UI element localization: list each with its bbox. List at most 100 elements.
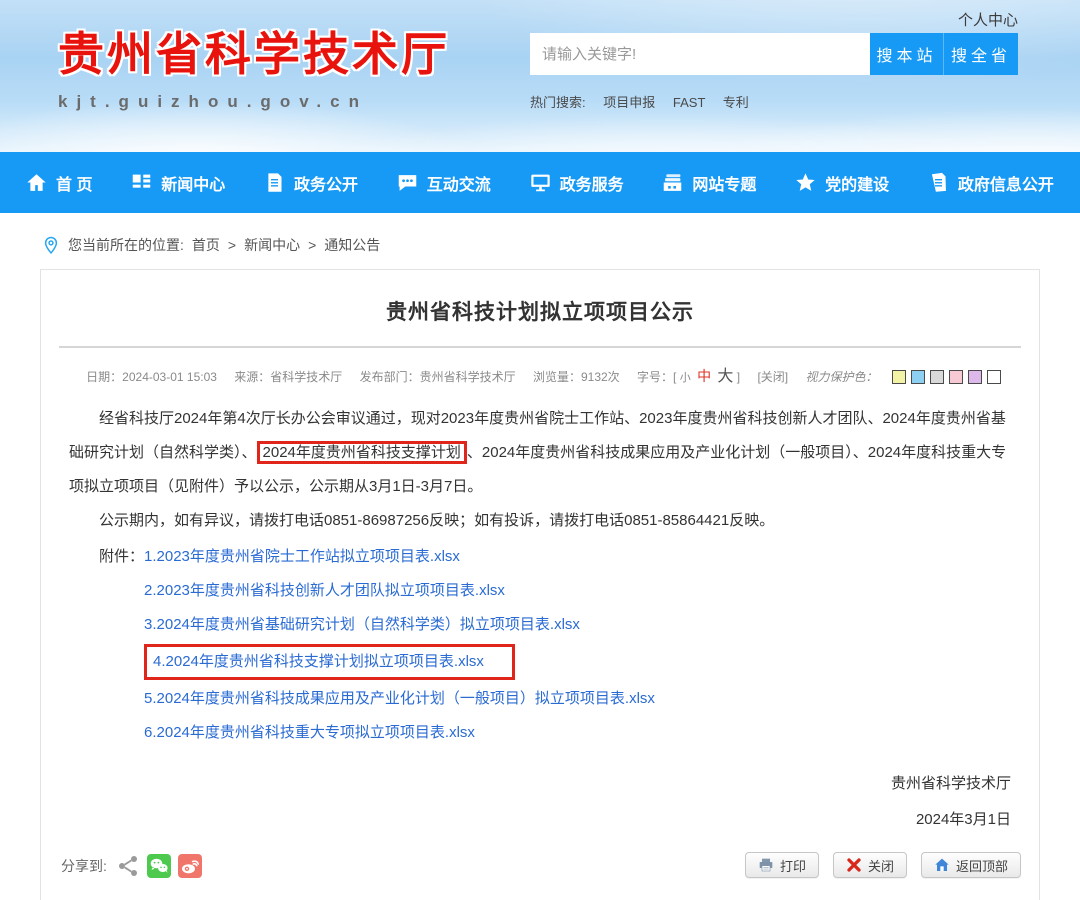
close-article-button[interactable]: [关闭] bbox=[757, 370, 788, 384]
fontsize-large-button[interactable]: 大 bbox=[717, 368, 733, 385]
paragraph-1: 经省科技厅2024年第4次厅长办公会审议通过，现对2023年度贵州省院士工作站、… bbox=[69, 402, 1011, 504]
hot-search-label: 热门搜索: bbox=[530, 95, 586, 110]
site-logo-title: 贵州省科学技术厅 bbox=[58, 18, 450, 84]
breadcrumb-separator: > bbox=[308, 237, 316, 253]
nav-item-label: 新闻中心 bbox=[161, 171, 225, 195]
wechat-icon[interactable] bbox=[147, 854, 171, 878]
breadcrumb-separator: > bbox=[228, 237, 236, 253]
meta-source: 来源：省科学技术厅 bbox=[234, 370, 342, 384]
meta-date: 日期：2024-03-01 15:03 bbox=[86, 370, 217, 384]
search-area: 搜本站 搜全省 bbox=[530, 33, 1018, 75]
article-meta: 日期：2024-03-01 15:03 来源：省科学技术厅 发布部门：贵州省科学… bbox=[41, 362, 1039, 386]
attachment-link-2[interactable]: 2.2023年度贵州省科技创新人才团队拟立项项目表.xlsx bbox=[144, 574, 1011, 608]
meta-views: 浏览量：9132次 bbox=[533, 370, 620, 384]
close-button-label: 关闭 bbox=[868, 856, 894, 875]
share-nodes-icon[interactable] bbox=[116, 854, 140, 878]
nav-item-label: 政府信息公开 bbox=[958, 171, 1054, 195]
nav-item-special-topics[interactable]: 网站专题 bbox=[662, 171, 756, 195]
fontsize-bracket-end: ] bbox=[737, 370, 740, 384]
home-blue-icon bbox=[934, 857, 950, 873]
nav-item-home[interactable]: 首 页 bbox=[26, 171, 92, 195]
grid-icon bbox=[131, 172, 152, 193]
attachment-link-1[interactable]: 1.2023年度贵州省院士工作站拟立项项目表.xlsx bbox=[144, 540, 1011, 574]
attachment-link-5[interactable]: 5.2024年度贵州省科技成果应用及产业化计划（一般项目）拟立项项目表.xlsx bbox=[144, 682, 1011, 716]
signature-date: 2024年3月1日 bbox=[69, 802, 1011, 838]
title-divider bbox=[59, 346, 1021, 348]
star-icon bbox=[795, 172, 816, 193]
nav-item-label: 网站专题 bbox=[692, 171, 756, 195]
close-button[interactable]: 关闭 bbox=[833, 852, 907, 878]
folder-stack-icon bbox=[662, 172, 683, 193]
paragraph-2: 公示期内，如有异议，请拨打电话0851-86987256反映；如有投诉，请拨打电… bbox=[69, 504, 1011, 538]
weibo-icon[interactable] bbox=[178, 854, 202, 878]
color-swatch-blue[interactable] bbox=[911, 370, 925, 384]
nav-item-gov-info-disclosure[interactable]: 政府信息公开 bbox=[928, 171, 1054, 195]
attachments-label: 附件： bbox=[69, 540, 144, 750]
hot-search-item[interactable]: 专利 bbox=[723, 95, 749, 110]
signature-block: 贵州省科学技术厅 2024年3月1日 bbox=[69, 766, 1011, 838]
action-row: 分享到: 打印 关闭 返回顶部 bbox=[41, 838, 1039, 888]
site-logo[interactable]: 贵州省科学技术厅 kjt.guizhou.gov.cn bbox=[58, 18, 450, 112]
nav-item-news[interactable]: 新闻中心 bbox=[131, 171, 225, 195]
main-navigation: 首 页 新闻中心 政务公开 互动交流 政务服务 网站专题 党的建设 政府信息公开 bbox=[0, 152, 1080, 213]
hot-search-item[interactable]: FAST bbox=[673, 95, 705, 110]
meta-department: 发布部门：贵州省科学技术厅 bbox=[360, 370, 516, 384]
page-title: 贵州省科技计划拟立项项目公示 bbox=[41, 296, 1039, 326]
article-container: 贵州省科技计划拟立项项目公示 日期：2024-03-01 15:03 来源：省科… bbox=[40, 269, 1040, 900]
breadcrumb: 您当前所在的位置: 首页 > 新闻中心 > 通知公告 bbox=[42, 235, 1080, 255]
fontsize-medium-button[interactable]: 中 bbox=[697, 368, 711, 384]
close-x-icon bbox=[846, 857, 862, 873]
location-pin-icon bbox=[42, 236, 60, 254]
eye-protect-swatches bbox=[892, 370, 1001, 384]
attachments-block: 附件： 1.2023年度贵州省院士工作站拟立项项目表.xlsx 2.2023年度… bbox=[69, 540, 1011, 750]
speech-bubble-icon bbox=[397, 172, 418, 193]
article-body: 经省科技厅2024年第4次厅长办公会审议通过，现对2023年度贵州省院士工作站、… bbox=[41, 402, 1039, 838]
search-input[interactable] bbox=[530, 33, 870, 75]
attachment-link-6[interactable]: 6.2024年度贵州省科技重大专项拟立项项目表.xlsx bbox=[144, 716, 1011, 750]
color-swatch-gray[interactable] bbox=[930, 370, 944, 384]
fontsize-control: 字号：[ 小 中 大 ] bbox=[637, 370, 743, 384]
nav-item-label: 互动交流 bbox=[427, 171, 491, 195]
color-swatch-white[interactable] bbox=[987, 370, 1001, 384]
article-action-buttons: 打印 关闭 返回顶部 bbox=[745, 852, 1021, 878]
back-to-top-label: 返回顶部 bbox=[956, 856, 1008, 875]
print-button-label: 打印 bbox=[780, 856, 806, 875]
annotation-red-box-text: 2024年度贵州省科技支撑计划 bbox=[257, 441, 467, 464]
print-button[interactable]: 打印 bbox=[745, 852, 819, 878]
nav-item-label: 首 页 bbox=[56, 171, 92, 195]
nav-item-label: 政务公开 bbox=[294, 171, 358, 195]
breadcrumb-label: 您当前所在的位置: bbox=[68, 235, 184, 255]
breadcrumb-item-news[interactable]: 新闻中心 bbox=[244, 235, 300, 255]
personal-center-link[interactable]: 个人中心 bbox=[958, 9, 1018, 30]
breadcrumb-item-home[interactable]: 首页 bbox=[192, 235, 220, 255]
nav-item-gov-services[interactable]: 政务服务 bbox=[530, 171, 624, 195]
monitor-icon bbox=[530, 172, 551, 193]
share-label: 分享到: bbox=[61, 856, 107, 878]
color-swatch-yellow[interactable] bbox=[892, 370, 906, 384]
search-province-button[interactable]: 搜全省 bbox=[944, 33, 1018, 75]
signature-organization: 贵州省科学技术厅 bbox=[69, 766, 1011, 802]
breadcrumb-item-notices[interactable]: 通知公告 bbox=[324, 235, 380, 255]
attachment-link-3[interactable]: 3.2024年度贵州省基础研究计划（自然科学类）拟立项项目表.xlsx bbox=[144, 608, 1011, 642]
attachment-link-4-highlighted[interactable]: 4.2024年度贵州省科技支撑计划拟立项项目表.xlsx bbox=[144, 644, 515, 680]
nav-item-interaction[interactable]: 互动交流 bbox=[397, 171, 491, 195]
document-icon bbox=[264, 172, 285, 193]
back-to-top-button[interactable]: 返回顶部 bbox=[921, 852, 1021, 878]
nav-item-label: 党的建设 bbox=[825, 171, 889, 195]
printer-icon bbox=[758, 857, 774, 873]
site-logo-url: kjt.guizhou.gov.cn bbox=[58, 92, 450, 112]
eye-protect-label: 视力保护色： bbox=[805, 370, 877, 384]
fontsize-small-button[interactable]: 小 bbox=[680, 372, 691, 384]
search-site-button[interactable]: 搜本站 bbox=[870, 33, 944, 75]
home-icon bbox=[26, 172, 47, 193]
nav-item-party-building[interactable]: 党的建设 bbox=[795, 171, 889, 195]
share-group: 分享到: bbox=[61, 854, 202, 878]
hot-search-item[interactable]: 项目申报 bbox=[603, 95, 655, 110]
fontsize-label: 字号：[ bbox=[637, 370, 676, 384]
nav-item-gov-affairs[interactable]: 政务公开 bbox=[264, 171, 358, 195]
color-swatch-pink[interactable] bbox=[949, 370, 963, 384]
document-lines-icon bbox=[928, 172, 949, 193]
nav-item-label: 政务服务 bbox=[560, 171, 624, 195]
hot-search-bar: 热门搜索: 项目申报 FAST 专利 bbox=[530, 92, 749, 111]
color-swatch-purple[interactable] bbox=[968, 370, 982, 384]
